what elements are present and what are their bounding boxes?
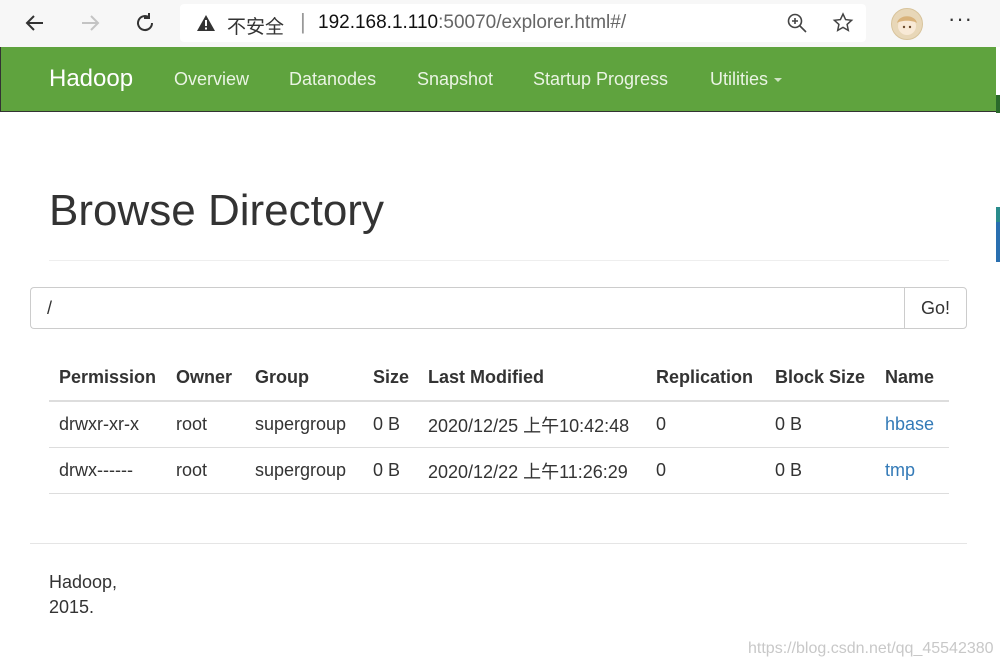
cell-name: hbase (875, 401, 949, 448)
footer-line-1: Hadoop, (49, 572, 118, 592)
favorite-star-icon[interactable] (832, 12, 854, 34)
nav-utilities[interactable]: Utilities (710, 69, 783, 90)
directory-link-tmp[interactable]: tmp (885, 460, 915, 480)
page-footer: Hadoop, 2015. (49, 570, 117, 620)
header-replication[interactable]: Replication (646, 355, 765, 402)
cell-size: 0 B (363, 401, 418, 448)
nav-startup-progress[interactable]: Startup Progress (533, 69, 668, 90)
cell-size: 0 B (363, 447, 418, 494)
header-last-modified[interactable]: Last Modified (418, 355, 646, 402)
hadoop-navbar: Hadoop Overview Datanodes Snapshot Start… (0, 47, 1000, 112)
url-path: :50070/explorer.html#/ (438, 12, 627, 33)
header-owner[interactable]: Owner (166, 355, 245, 402)
header-size[interactable]: Size (363, 355, 418, 402)
back-icon[interactable] (18, 6, 52, 40)
security-label: 不安全 (227, 16, 285, 38)
cell-permission: drwx------ (49, 447, 166, 494)
caret-down-icon (774, 78, 783, 83)
cell-group: supergroup (245, 447, 363, 494)
cell-group: supergroup (245, 401, 363, 448)
cell-name: tmp (875, 447, 949, 494)
directory-path-input[interactable] (30, 287, 904, 329)
url-host: 192.168.1.110 (318, 12, 439, 33)
cell-owner: root (166, 447, 245, 494)
url-text[interactable]: 192.168.1.110:50070/explorer.html#/ (318, 12, 626, 34)
directory-table: Permission Owner Group Size Last Modifie… (49, 355, 949, 494)
refresh-icon[interactable] (128, 6, 162, 40)
cell-replication: 0 (646, 447, 765, 494)
table-header-row: Permission Owner Group Size Last Modifie… (49, 355, 949, 402)
warning-icon (196, 13, 216, 33)
window-edge-strip (996, 47, 1000, 670)
browser-toolbar: 不安全 | 192.168.1.110:50070/explorer.html#… (0, 0, 1000, 47)
nav-utilities-label: Utilities (710, 69, 769, 89)
cell-block-size: 0 B (765, 447, 875, 494)
watermark: https://blog.csdn.net/qq_45542380 (748, 640, 994, 657)
header-group[interactable]: Group (245, 355, 363, 402)
cell-permission: drwxr-xr-x (49, 401, 166, 448)
cell-block-size: 0 B (765, 401, 875, 448)
cell-last-modified: 2020/12/22 上午11:26:29 (418, 447, 646, 494)
nav-datanodes[interactable]: Datanodes (289, 69, 376, 90)
go-button[interactable]: Go! (904, 287, 967, 329)
footer-line-2: 2015. (49, 597, 95, 617)
nav-snapshot[interactable]: Snapshot (417, 69, 493, 90)
more-icon[interactable]: ··· (948, 6, 973, 32)
avatar[interactable] (891, 8, 923, 40)
header-permission[interactable]: Permission (49, 355, 166, 402)
address-separator: | (300, 9, 306, 34)
cell-last-modified: 2020/12/25 上午10:42:48 (418, 401, 646, 448)
table-row: drwxr-xr-x root supergroup 0 B 2020/12/2… (49, 401, 949, 448)
header-name[interactable]: Name (875, 355, 949, 402)
header-block-size[interactable]: Block Size (765, 355, 875, 402)
directory-link-hbase[interactable]: hbase (885, 414, 934, 434)
navbar-brand[interactable]: Hadoop (49, 65, 133, 93)
nav-overview[interactable]: Overview (174, 69, 249, 90)
title-divider (49, 260, 949, 261)
forward-icon[interactable] (73, 6, 107, 40)
cell-owner: root (166, 401, 245, 448)
address-bar[interactable]: 不安全 | 192.168.1.110:50070/explorer.html#… (180, 4, 866, 42)
table-row: drwx------ root supergroup 0 B 2020/12/2… (49, 447, 949, 494)
zoom-icon[interactable] (786, 12, 808, 34)
page-title: Browse Directory (49, 186, 384, 235)
footer-divider (30, 543, 967, 544)
cell-replication: 0 (646, 401, 765, 448)
